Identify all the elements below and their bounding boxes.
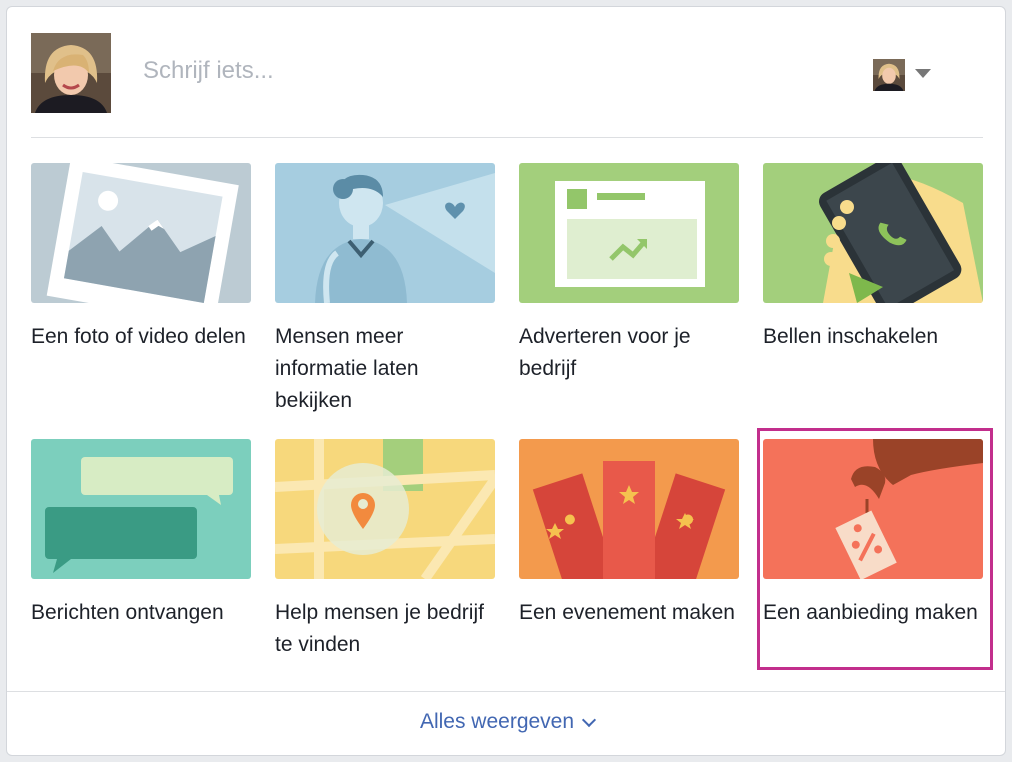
tile-share-photo-video[interactable]: Een foto of video delen <box>31 163 251 353</box>
tile-label: Een evenement maken <box>519 601 735 624</box>
tile-create-event[interactable]: Een evenement maken <box>519 439 739 629</box>
status-input[interactable]: Schrijf iets... <box>143 57 274 85</box>
tile-help-find-business[interactable]: Help mensen je bedrijf te vinden <box>275 439 495 661</box>
show-all-button[interactable]: Alles weergeven <box>7 710 1005 734</box>
avatar[interactable] <box>31 33 111 113</box>
chevron-down-icon[interactable] <box>915 69 931 78</box>
map-pin-icon <box>275 439 495 579</box>
tile-label: Berichten ontvangen <box>31 601 224 624</box>
tile-advertise[interactable]: Adverteren voor je bedrijf <box>519 163 739 385</box>
divider <box>31 137 983 138</box>
tile-label: Bellen inschakelen <box>763 325 939 348</box>
highlight-box <box>757 428 993 670</box>
create-post-card: Schrijf iets... Een foto of video delen … <box>6 6 1006 756</box>
footer: Alles weergeven <box>7 691 1005 755</box>
show-all-label: Alles weergeven <box>419 710 575 733</box>
tile-receive-messages[interactable]: Berichten ontvangen <box>31 439 251 629</box>
tile-learn-more[interactable]: Mensen meer informatie laten bekijken <box>275 163 495 417</box>
tile-label: Een foto of video delen <box>31 325 246 348</box>
ad-browser-icon <box>519 163 739 303</box>
tile-label: Adverteren voor je bedrijf <box>519 325 691 380</box>
chevron-down-icon <box>581 712 597 728</box>
person-icon <box>275 163 495 303</box>
photo-icon <box>31 163 251 303</box>
ticket-icon <box>519 439 739 579</box>
phone-icon <box>763 163 983 303</box>
tile-label: Mensen meer informatie laten bekijken <box>275 325 419 412</box>
page-avatar[interactable] <box>873 59 905 91</box>
composer: Schrijf iets... <box>7 7 1005 139</box>
tile-enable-calls[interactable]: Bellen inschakelen <box>763 163 983 353</box>
tile-label: Help mensen je bedrijf te vinden <box>275 601 484 656</box>
chat-bubbles-icon <box>31 439 251 579</box>
